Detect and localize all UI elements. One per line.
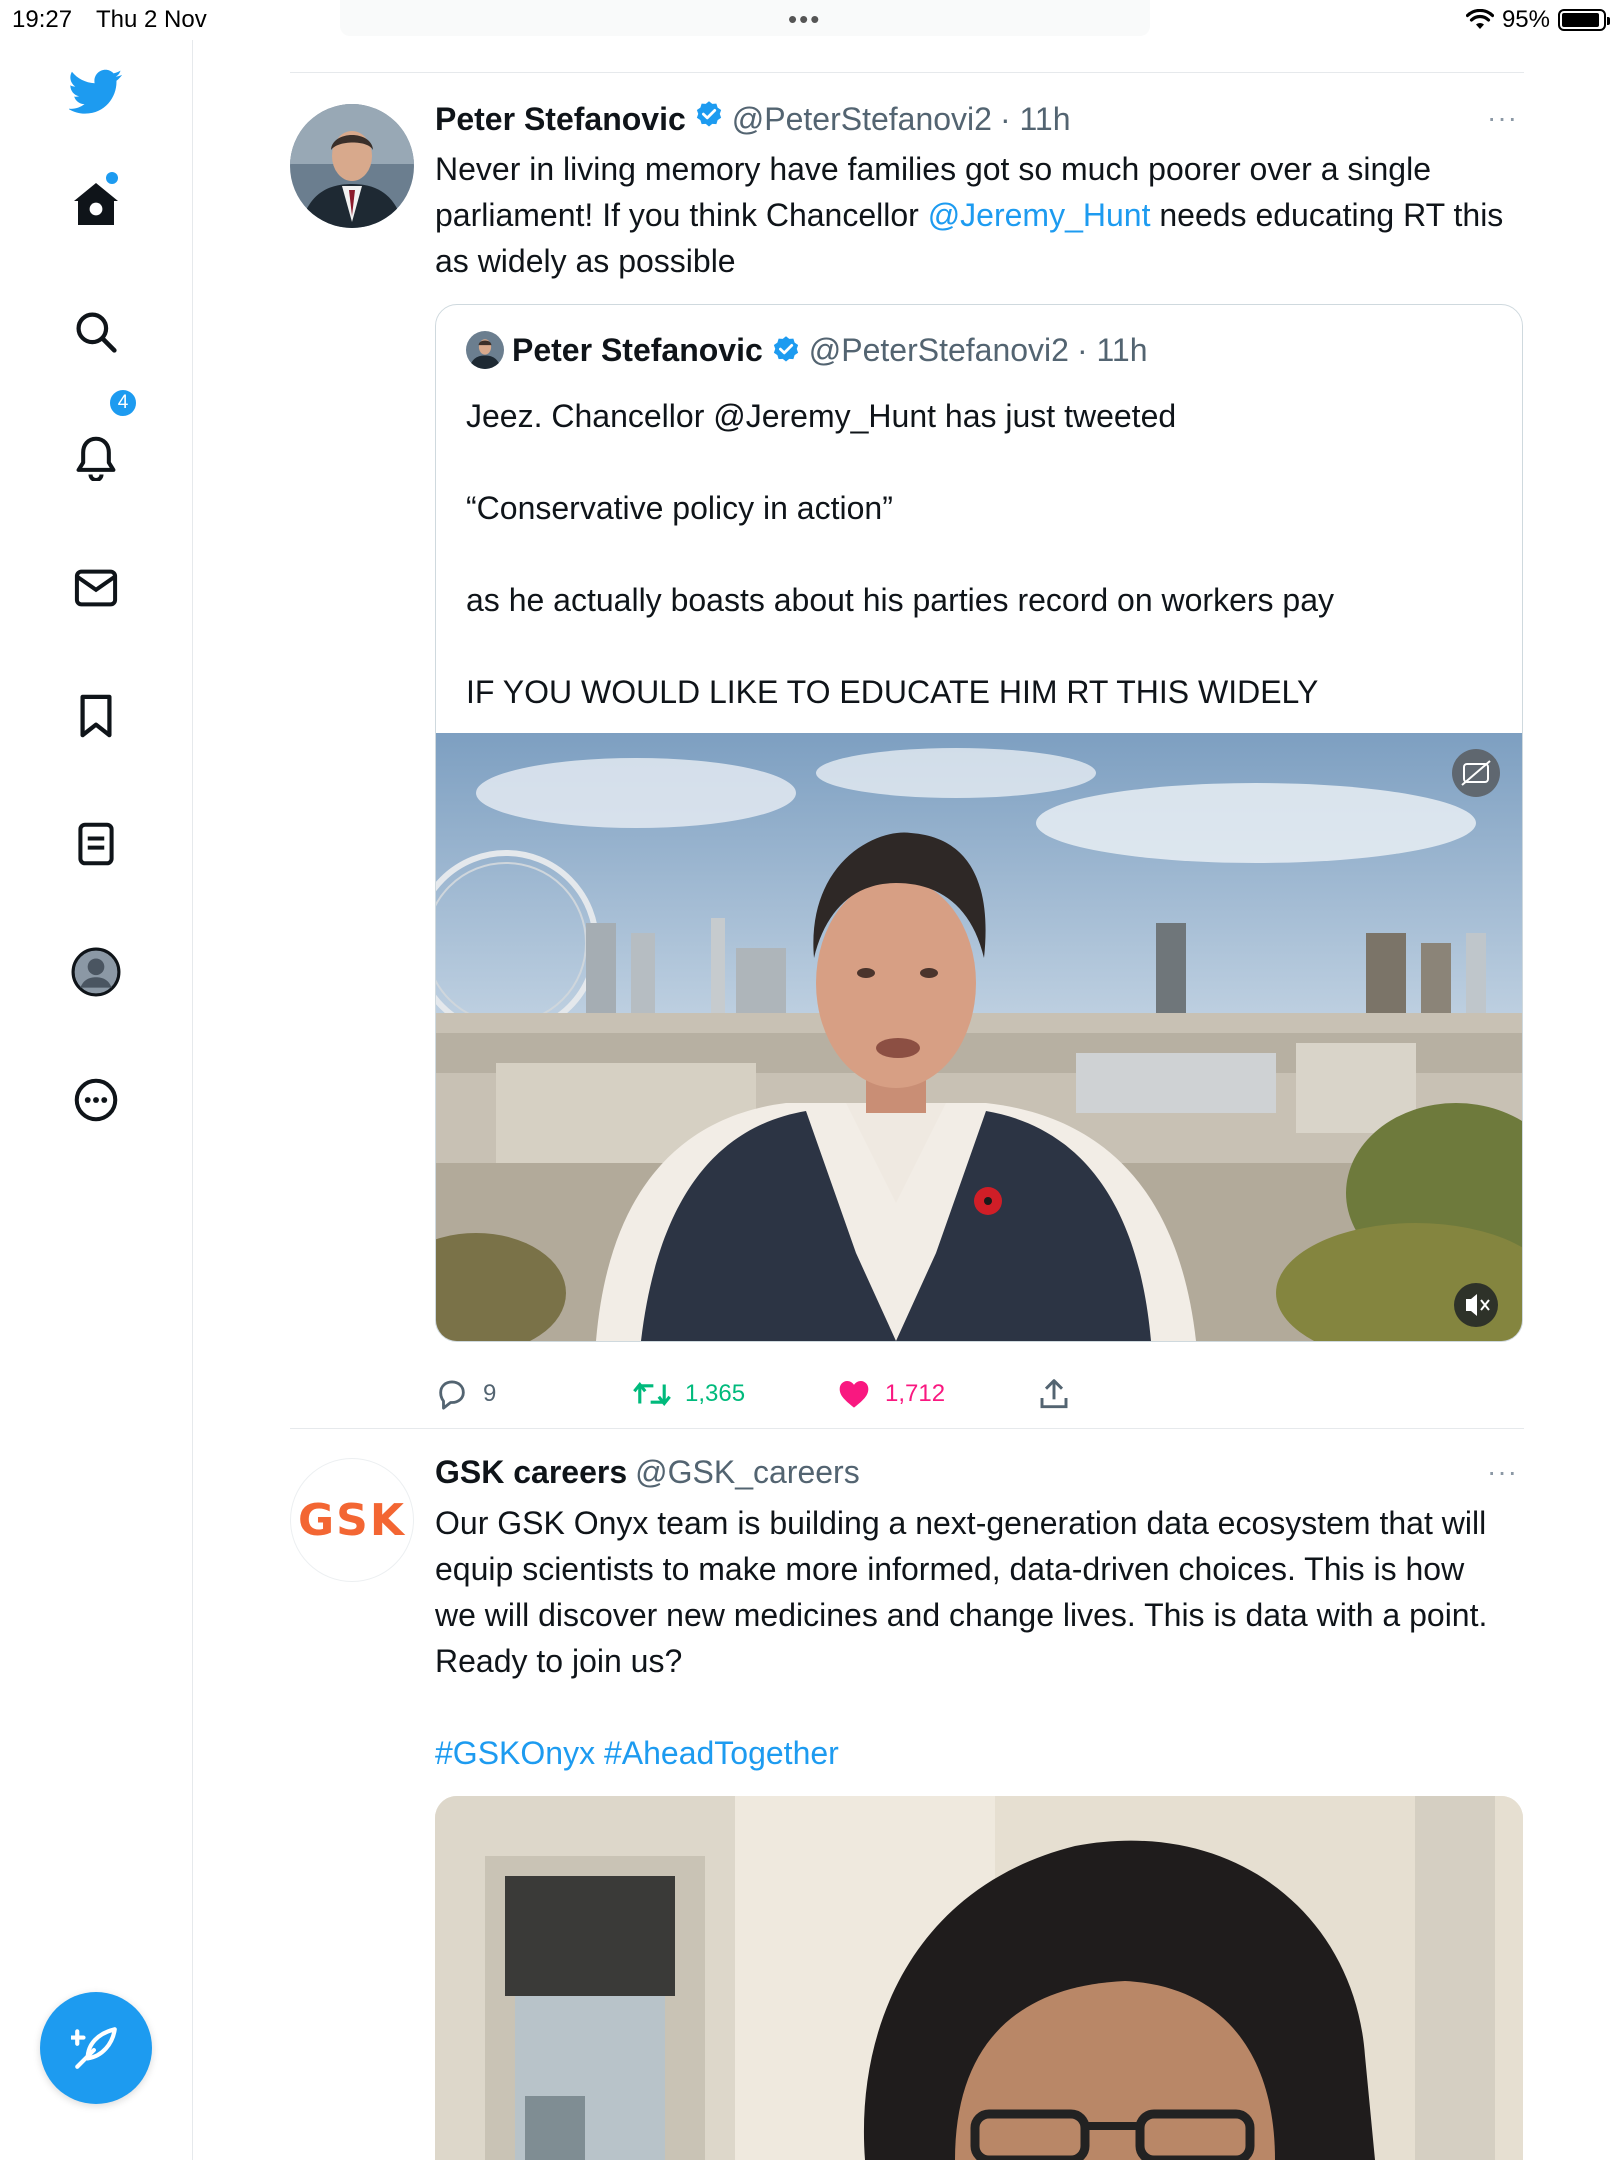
list-icon[interactable] — [68, 816, 124, 872]
battery-icon — [1558, 9, 1610, 31]
tweet-more-button[interactable]: ··· — [1487, 102, 1518, 134]
quoted-text-line: Jeez. Chancellor @Jeremy_Hunt has just t… — [466, 398, 1177, 434]
notifications-badge: 4 — [108, 388, 138, 418]
tweet-header: GSK careers @GSK_careers — [435, 1454, 860, 1491]
compose-feather-icon — [71, 2027, 117, 2069]
hashtag-links[interactable]: #GSKOnyx #AheadTogether — [435, 1730, 1505, 1776]
promoted-video[interactable] — [435, 1796, 1523, 2160]
wifi-icon — [1465, 9, 1494, 29]
reply-icon — [439, 1380, 465, 1410]
reply-button[interactable]: 9 — [435, 1378, 633, 1410]
verified-badge-icon — [696, 101, 721, 127]
author-handle[interactable]: @GSK_careers — [635, 1454, 860, 1491]
gsk-logo-avatar[interactable]: GSK — [290, 1458, 414, 1582]
quoted-tweet[interactable]: Peter Stefanovic @PeterStefanovi2 · 11h … — [435, 304, 1523, 1342]
tweet-text: Our GSK Onyx team is building a next-gen… — [435, 1505, 1488, 1679]
battery-percent: 95% — [1501, 6, 1550, 33]
retweet-count: 1,365 — [685, 1380, 746, 1407]
like-count: 1,712 — [885, 1380, 946, 1407]
tweet-text: Never in living memory have families got… — [435, 146, 1505, 284]
quoted-avatar — [466, 331, 504, 369]
status-date: Thu 2 Nov — [96, 6, 207, 33]
bookmark-icon[interactable] — [68, 688, 124, 744]
gsk-logo: GSK — [298, 1494, 406, 1546]
author-handle[interactable]: @PeterStefanovi2 — [732, 101, 992, 138]
quoted-tweet-header: Peter Stefanovic @PeterStefanovi2 · 11h — [466, 331, 1148, 369]
status-time: 19:27 — [12, 6, 73, 33]
tweet-time: · 11h — [999, 101, 1071, 137]
quoted-tweet-time: · 11h — [1076, 331, 1148, 368]
quoted-text-line: as he actually boasts about his parties … — [466, 582, 1335, 618]
quoted-text-line: IF YOU WOULD LIKE TO EDUCATE HIM RT THIS… — [466, 674, 1319, 710]
home-icon[interactable] — [68, 176, 124, 232]
status-right: 95% — [1465, 6, 1610, 34]
more-icon[interactable] — [68, 1072, 124, 1128]
quoted-text-line: “Conservative policy in action” — [466, 490, 893, 526]
reply-count: 9 — [483, 1380, 497, 1407]
tweet-divider — [290, 1428, 1524, 1429]
profile-icon[interactable] — [68, 944, 124, 1000]
quoted-author-name: Peter Stefanovic — [512, 331, 763, 368]
bell-icon[interactable] — [68, 430, 124, 486]
share-button[interactable] — [1039, 1378, 1069, 1410]
retweet-icon — [633, 1382, 671, 1406]
tweet-header: Peter Stefanovic @PeterStefanovi2 · 11h — [435, 100, 1071, 138]
tweet-gsk-careers[interactable]: GSK GSK careers @GSK_careers ··· Our GSK… — [290, 1454, 1524, 2160]
top-bar-fade — [340, 0, 1150, 36]
feed-top-divider — [290, 72, 1524, 73]
multitasking-dots-icon[interactable]: ••• — [788, 4, 821, 35]
tweet-actions: 9 1,365 1,712 — [435, 1378, 1523, 1410]
search-icon[interactable] — [68, 304, 124, 360]
share-icon — [1040, 1379, 1068, 1409]
quoted-author-handle: @PeterStefanovi2 — [808, 331, 1069, 368]
video-frame — [436, 733, 1522, 1341]
twitter-bird-icon[interactable] — [68, 64, 124, 120]
retweet-button[interactable]: 1,365 — [633, 1379, 837, 1409]
verified-badge-icon — [773, 336, 798, 362]
heart-icon — [839, 1381, 869, 1408]
status-bar: 19:27 Thu 2 Nov ••• 95% — [0, 0, 1620, 40]
quoted-video[interactable] — [436, 733, 1522, 1341]
like-button[interactable]: 1,712 — [837, 1379, 1039, 1409]
mention-link[interactable]: @Jeremy_Hunt — [928, 197, 1151, 233]
author-name[interactable]: Peter Stefanovic — [435, 101, 686, 138]
home-new-indicator — [106, 172, 118, 184]
tweet-peter-stefanovic[interactable]: Peter Stefanovic @PeterStefanovi2 · 11h … — [290, 100, 1524, 1420]
mail-icon[interactable] — [68, 560, 124, 616]
avatar[interactable] — [290, 104, 414, 228]
tweet-more-button[interactable]: ··· — [1487, 1456, 1518, 1488]
compose-tweet-button[interactable] — [40, 1992, 152, 2104]
video-frame — [435, 1796, 1523, 2160]
author-name[interactable]: GSK careers — [435, 1454, 627, 1491]
